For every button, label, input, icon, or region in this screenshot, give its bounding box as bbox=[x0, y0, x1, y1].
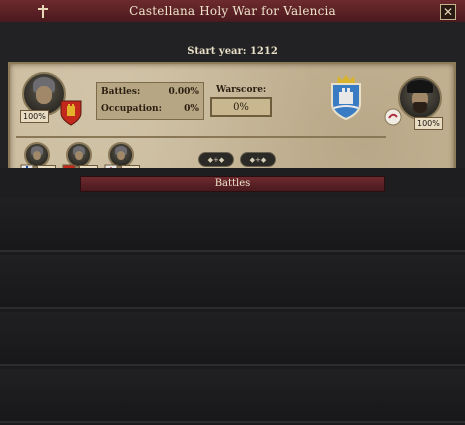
religion-icon[interactable] bbox=[384, 108, 402, 126]
battles-value: 0.00% bbox=[168, 87, 199, 97]
occupation-value: 0% bbox=[184, 104, 199, 114]
battles-header: Battles bbox=[0, 168, 465, 198]
panel-divider bbox=[16, 136, 386, 138]
battle-row[interactable] bbox=[0, 369, 465, 423]
close-button[interactable]: ✕ bbox=[440, 4, 456, 20]
warscore-label: Warscore: bbox=[216, 85, 267, 95]
call-allies-button-1[interactable]: ◆+◆ bbox=[198, 152, 234, 167]
battles-label: Battles: bbox=[101, 87, 141, 97]
occupation-label: Occupation: bbox=[101, 104, 162, 114]
valencia-shield-icon[interactable] bbox=[330, 74, 362, 120]
war-summary-area: Start year: 1212 100% Battles: 0.00% Occ… bbox=[0, 22, 465, 180]
attacker-percentage: 100% bbox=[20, 110, 49, 123]
war-overview-panel: 100% Battles: 0.00% Occupation: 0% Warsc… bbox=[8, 62, 456, 180]
battles-tab[interactable]: Battles bbox=[80, 176, 385, 192]
war-window: Castellana Holy War for Valencia ✕ Start… bbox=[0, 0, 465, 425]
war-stats-box: Battles: 0.00% Occupation: 0% bbox=[96, 82, 204, 120]
window-title: Castellana Holy War for Valencia bbox=[129, 4, 336, 18]
title-bar: Castellana Holy War for Valencia ✕ bbox=[0, 0, 465, 23]
call-allies-button-2[interactable]: ◆+◆ bbox=[240, 152, 276, 167]
warscore-bar: 0% bbox=[210, 97, 272, 117]
castile-shield-icon[interactable] bbox=[60, 100, 82, 126]
start-year-label: Start year: 1212 bbox=[187, 46, 278, 57]
warscore-box: Warscore: 0% bbox=[206, 82, 276, 120]
battle-row[interactable] bbox=[0, 312, 465, 366]
battle-row[interactable] bbox=[0, 198, 465, 252]
battle-row[interactable] bbox=[0, 255, 465, 309]
battle-list bbox=[0, 198, 465, 425]
defender-percentage: 100% bbox=[414, 117, 443, 130]
defender-leader-portrait[interactable] bbox=[398, 76, 442, 120]
